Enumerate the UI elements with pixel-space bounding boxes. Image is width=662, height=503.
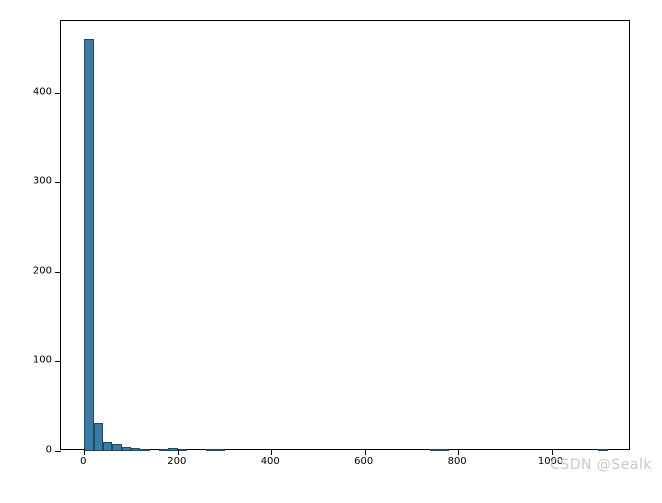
x-tick-label: 200 xyxy=(167,456,186,467)
x-tick-label: 600 xyxy=(354,456,373,467)
y-tick xyxy=(55,93,61,94)
histogram-bar xyxy=(178,449,187,451)
histogram-bar xyxy=(140,449,149,451)
x-tick-label: 0 xyxy=(80,456,86,467)
x-tick xyxy=(271,449,272,455)
x-tick xyxy=(84,449,85,455)
histogram-bar xyxy=(430,449,439,451)
histogram-bar xyxy=(598,449,607,451)
y-tick xyxy=(55,361,61,362)
histogram-bar xyxy=(84,39,93,451)
y-tick-label: 200 xyxy=(33,265,52,276)
y-tick-label: 300 xyxy=(33,176,52,187)
histogram-bar xyxy=(168,448,177,451)
x-tick-label: 800 xyxy=(448,456,467,467)
x-tick-label: 1000 xyxy=(538,456,563,467)
histogram-bar xyxy=(215,449,224,451)
histogram-bar xyxy=(122,447,131,451)
y-tick xyxy=(55,182,61,183)
x-tick xyxy=(365,449,366,455)
histogram-bar xyxy=(103,442,112,451)
histogram-chart: 0100200300400 02004006008001000 xyxy=(60,20,630,450)
x-tick xyxy=(552,449,553,455)
bars-layer xyxy=(61,21,631,451)
plot-area xyxy=(60,20,630,450)
histogram-bar xyxy=(94,423,103,451)
histogram-bar xyxy=(131,448,140,451)
watermark-text: CSDN @Sealk xyxy=(550,457,652,473)
histogram-bar xyxy=(206,449,215,451)
x-tick xyxy=(178,449,179,455)
y-tick-label: 0 xyxy=(46,445,52,456)
x-tick xyxy=(458,449,459,455)
y-tick-label: 400 xyxy=(33,86,52,97)
histogram-bar xyxy=(439,449,448,451)
x-tick-label: 400 xyxy=(261,456,280,467)
histogram-bar xyxy=(159,449,168,451)
y-tick-label: 100 xyxy=(33,355,52,366)
histogram-bar xyxy=(112,444,121,451)
y-tick xyxy=(55,451,61,452)
y-tick xyxy=(55,272,61,273)
